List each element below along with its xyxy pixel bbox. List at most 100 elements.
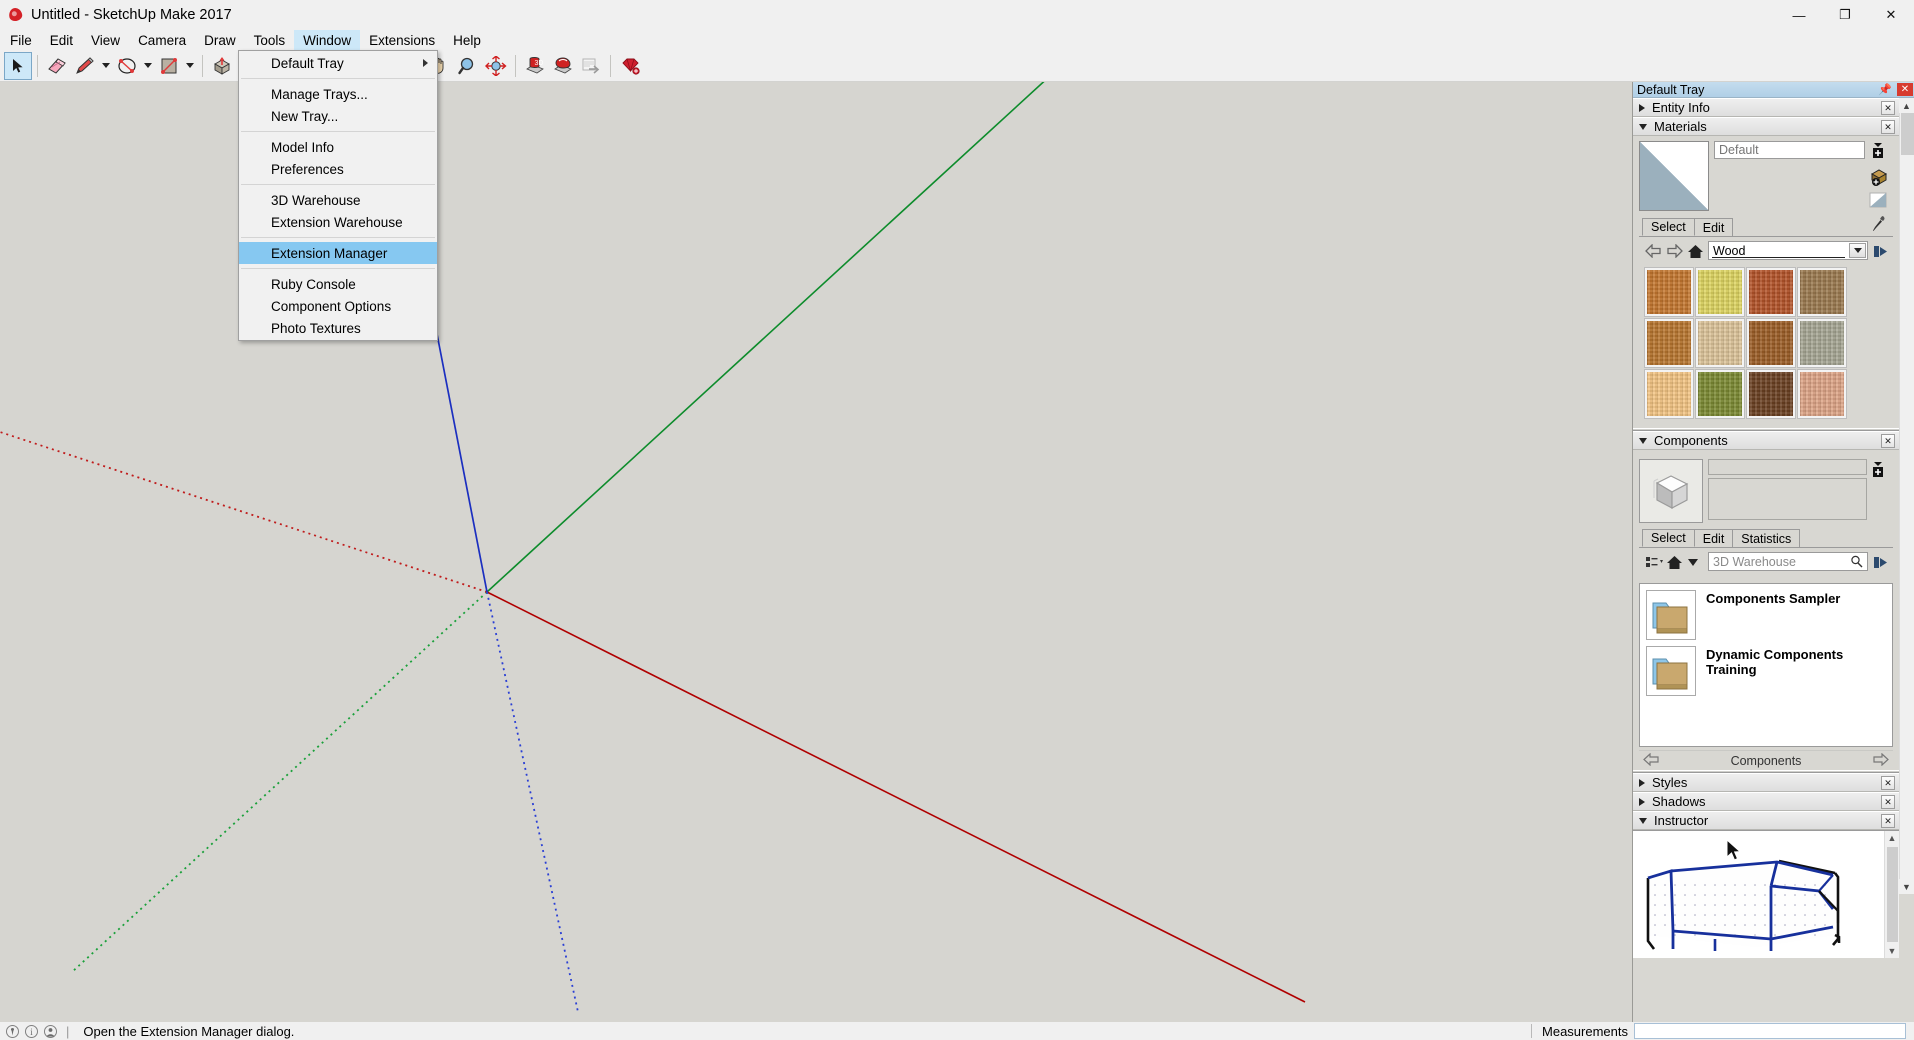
tab-components-select[interactable]: Select bbox=[1642, 529, 1695, 547]
forward-arrow-icon[interactable] bbox=[1872, 752, 1889, 769]
menu-item-default-tray[interactable]: Default Tray bbox=[239, 52, 437, 74]
measurements-input[interactable] bbox=[1634, 1023, 1906, 1039]
menu-edit[interactable]: Edit bbox=[41, 30, 82, 50]
tab-components-statistics[interactable]: Statistics bbox=[1732, 529, 1801, 547]
section-close-icon[interactable]: ✕ bbox=[1881, 776, 1895, 790]
view-options-icon[interactable] bbox=[1645, 555, 1663, 569]
menu-view[interactable]: View bbox=[82, 30, 129, 50]
tab-components-edit[interactable]: Edit bbox=[1693, 529, 1734, 547]
chevron-up-icon[interactable]: ▲ bbox=[1888, 831, 1897, 845]
photo-texture-icon[interactable] bbox=[549, 52, 577, 80]
menu-item-new-tray[interactable]: New Tray... bbox=[239, 105, 437, 127]
list-item[interactable]: Components Sampler bbox=[1640, 584, 1892, 640]
menu-item-ruby-console[interactable]: Ruby Console bbox=[239, 273, 437, 295]
select-arrow-icon[interactable] bbox=[4, 51, 32, 80]
tray-scrollbar-thumb[interactable] bbox=[1900, 113, 1914, 155]
material-swatch[interactable] bbox=[1746, 318, 1796, 368]
section-close-icon[interactable]: ✕ bbox=[1881, 434, 1895, 448]
menu-camera[interactable]: Camera bbox=[129, 30, 195, 50]
material-swatch[interactable] bbox=[1797, 318, 1847, 368]
material-name-field[interactable]: Default bbox=[1714, 141, 1865, 159]
add-to-model-icon[interactable] bbox=[1869, 167, 1889, 187]
home-icon[interactable] bbox=[1666, 555, 1682, 569]
menu-item-3d-warehouse[interactable]: 3D Warehouse bbox=[239, 189, 437, 211]
back-arrow-icon[interactable] bbox=[1643, 752, 1660, 769]
material-swatch[interactable] bbox=[1644, 267, 1694, 317]
menu-item-model-info[interactable]: Model Info bbox=[239, 136, 437, 158]
menu-item-photo-textures[interactable]: Photo Textures bbox=[239, 317, 437, 339]
forward-arrow-icon[interactable] bbox=[1666, 242, 1683, 259]
menu-item-preferences[interactable]: Preferences bbox=[239, 158, 437, 180]
maximize-button[interactable]: ❐ bbox=[1822, 0, 1868, 30]
add-to-model-icon[interactable] bbox=[1870, 461, 1890, 481]
menu-item-component-options[interactable]: Component Options bbox=[239, 295, 437, 317]
chevron-down-icon[interactable]: ▼ bbox=[1888, 944, 1897, 958]
create-material-icon[interactable] bbox=[1869, 142, 1889, 162]
current-material-swatch[interactable] bbox=[1639, 141, 1709, 211]
back-arrow-icon[interactable] bbox=[1645, 242, 1661, 259]
search-icon[interactable] bbox=[1850, 555, 1863, 571]
material-swatch[interactable] bbox=[1746, 267, 1796, 317]
section-close-icon[interactable]: ✕ bbox=[1881, 814, 1895, 828]
section-header-shadows[interactable]: Shadows ✕ bbox=[1633, 792, 1899, 811]
section-header-entity-info[interactable]: Entity Info ✕ bbox=[1633, 98, 1899, 117]
material-swatch[interactable] bbox=[1695, 267, 1745, 317]
zoom-extents-icon[interactable] bbox=[482, 52, 510, 80]
arc-dropdown-arrow-icon[interactable] bbox=[141, 52, 155, 80]
component-description-field[interactable] bbox=[1708, 478, 1867, 520]
menu-draw[interactable]: Draw bbox=[195, 30, 245, 50]
pencil-line-icon[interactable] bbox=[71, 52, 99, 80]
window-dropdown-menu[interactable]: Default Tray Manage Trays... New Tray... Mo… bbox=[238, 50, 438, 341]
pin-icon[interactable]: 📌 bbox=[1878, 83, 1892, 96]
menu-item-extension-warehouse[interactable]: Extension Warehouse bbox=[239, 211, 437, 233]
minimize-button[interactable]: — bbox=[1776, 0, 1822, 30]
details-arrow-icon[interactable] bbox=[1873, 555, 1889, 569]
material-swatch[interactable] bbox=[1644, 369, 1694, 419]
close-button[interactable]: ✕ bbox=[1868, 0, 1914, 30]
tab-materials-select[interactable]: Select bbox=[1642, 218, 1695, 236]
tray-close-icon[interactable]: ✕ bbox=[1897, 83, 1913, 96]
menu-extensions[interactable]: Extensions bbox=[360, 30, 444, 50]
material-swatch[interactable] bbox=[1644, 318, 1694, 368]
geo-location-icon[interactable] bbox=[6, 1024, 19, 1038]
menu-tools[interactable]: Tools bbox=[245, 30, 295, 50]
pencil-dropdown-arrow-icon[interactable] bbox=[99, 52, 113, 80]
extension-warehouse-icon[interactable] bbox=[616, 52, 644, 80]
section-close-icon[interactable]: ✕ bbox=[1881, 120, 1895, 134]
arc-shape-icon[interactable] bbox=[113, 52, 141, 80]
tab-materials-edit[interactable]: Edit bbox=[1693, 218, 1734, 236]
eyedropper-icon[interactable] bbox=[1871, 215, 1887, 236]
components-browser-list[interactable]: Components Sampler Dynamic Components Tr… bbox=[1639, 583, 1893, 747]
material-swatch[interactable] bbox=[1695, 318, 1745, 368]
credits-info-icon[interactable]: i bbox=[25, 1024, 38, 1038]
tray-scroll-up-button[interactable]: ▲ bbox=[1899, 98, 1914, 113]
material-swatch[interactable] bbox=[1797, 369, 1847, 419]
section-close-icon[interactable]: ✕ bbox=[1881, 101, 1895, 115]
tray-scrollbar-track[interactable] bbox=[1899, 113, 1914, 894]
material-swatch[interactable] bbox=[1797, 267, 1847, 317]
section-header-components[interactable]: Components ✕ bbox=[1633, 431, 1899, 450]
rectangle-face-icon[interactable] bbox=[155, 52, 183, 80]
add-location-icon[interactable]: 3D bbox=[521, 52, 549, 80]
material-collection-select[interactable]: Wood bbox=[1708, 241, 1868, 260]
section-header-materials[interactable]: Materials ✕ bbox=[1633, 117, 1899, 136]
material-swatch[interactable] bbox=[1746, 369, 1796, 419]
rectangle-dropdown-arrow-icon[interactable] bbox=[183, 52, 197, 80]
push-pull-icon[interactable] bbox=[208, 52, 236, 80]
section-header-instructor[interactable]: Instructor ✕ bbox=[1633, 811, 1899, 830]
scrollbar-thumb[interactable] bbox=[1886, 847, 1898, 942]
details-arrow-icon[interactable] bbox=[1873, 244, 1889, 258]
menu-item-manage-trays[interactable]: Manage Trays... bbox=[239, 83, 437, 105]
zoom-magnifier-icon[interactable] bbox=[454, 52, 482, 80]
eraser-icon[interactable] bbox=[43, 52, 71, 80]
export-image-icon[interactable] bbox=[577, 52, 605, 80]
material-swatch[interactable] bbox=[1695, 369, 1745, 419]
component-name-field[interactable] bbox=[1708, 459, 1867, 475]
section-header-styles[interactable]: Styles ✕ bbox=[1633, 773, 1899, 792]
menu-help[interactable]: Help bbox=[444, 30, 490, 50]
home-icon[interactable] bbox=[1687, 244, 1703, 258]
section-close-icon[interactable]: ✕ bbox=[1881, 795, 1895, 809]
chevron-down-icon[interactable] bbox=[1849, 243, 1866, 258]
instructor-scrollbar[interactable]: ▲ ▼ bbox=[1884, 831, 1899, 958]
menu-file[interactable]: File bbox=[1, 30, 41, 50]
